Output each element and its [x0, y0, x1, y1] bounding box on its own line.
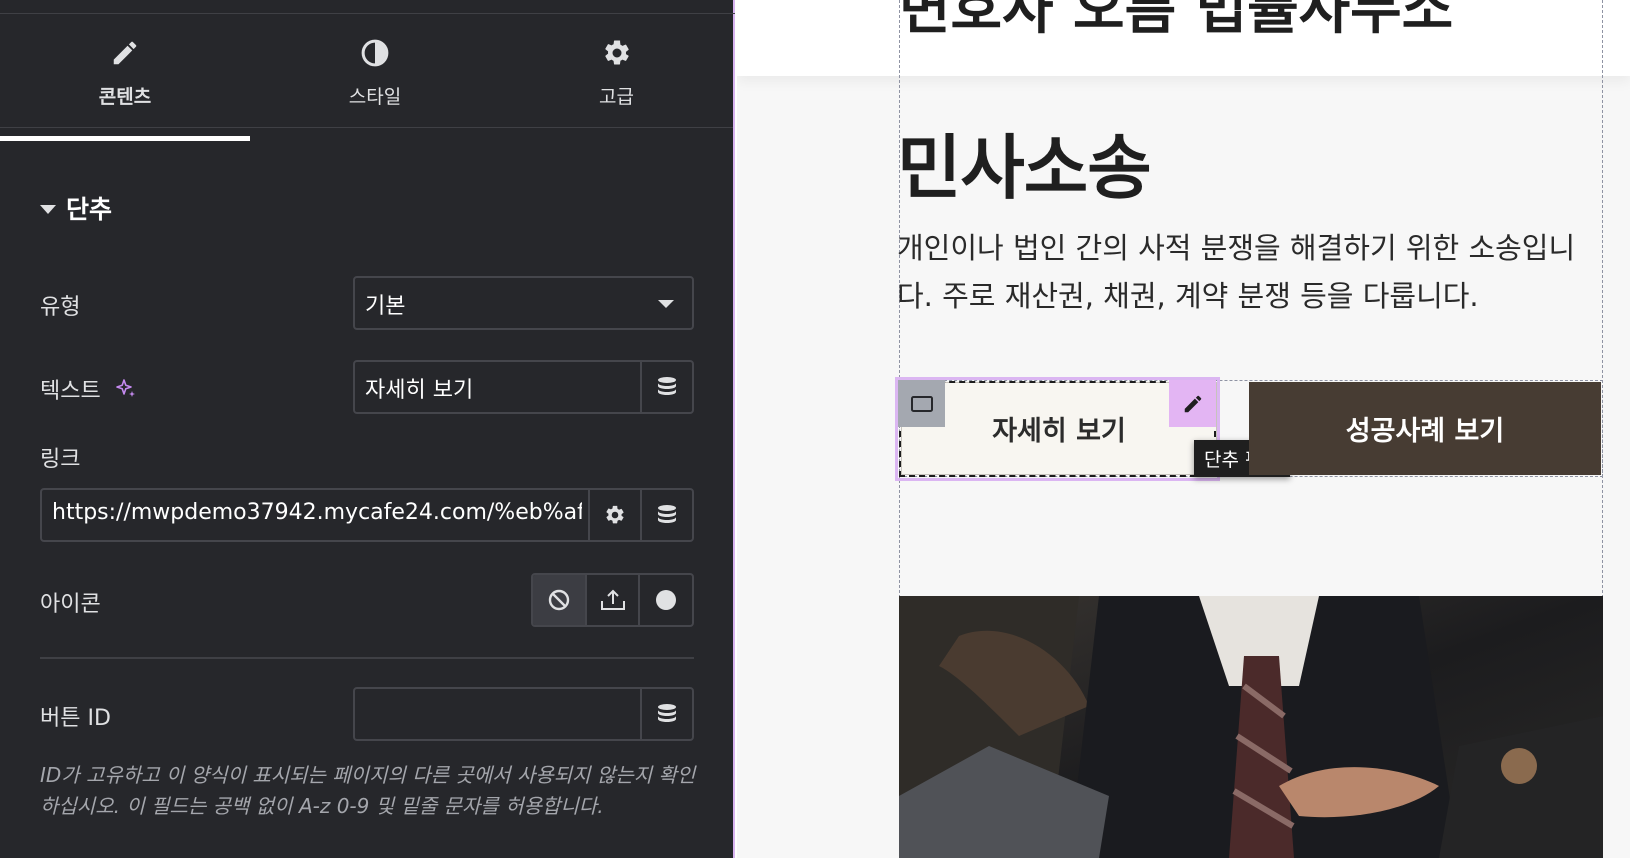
section-divider [40, 657, 694, 659]
link-label: 링크 [40, 447, 81, 472]
caret-down-icon [40, 204, 56, 214]
success-cases-button[interactable]: 성공사례 보기 [1249, 382, 1601, 475]
none-icon [548, 589, 570, 611]
type-select[interactable]: 기본 [353, 276, 694, 330]
tab-style-label: 스타일 [348, 86, 402, 108]
upload-icon [600, 589, 625, 610]
tab-advanced-label: 고급 [599, 86, 634, 108]
gear-icon [606, 505, 624, 524]
type-select-value: 기본 [365, 294, 406, 319]
page-description: 개인이나 법인 간의 사적 분쟁을 해결하기 위한 소송입니다. 주로 재산권,… [897, 231, 1576, 313]
icon-option-library[interactable] [638, 575, 692, 625]
tab-style[interactable]: 스타일 [250, 14, 500, 128]
tab-content-label: 콘텐츠 [98, 86, 152, 108]
text-label: 텍스트 [40, 379, 101, 404]
icon-label: 아이콘 [40, 592, 101, 617]
tab-advanced[interactable]: 고급 [500, 14, 733, 128]
editor-panel: 콘텐츠 스타일 고급 단추 유형 기본 텍스트 자세히 보기 링크 https:… [0, 0, 735, 858]
panel-tabs: 콘텐츠 스타일 고급 [0, 14, 733, 141]
ai-sparkle-icon[interactable] [114, 377, 138, 407]
lawyer-photo [899, 596, 1603, 858]
database-icon [658, 377, 676, 395]
page-title: 민사소송 [897, 127, 1152, 209]
icon-option-none[interactable] [533, 575, 585, 625]
edit-button-handle[interactable] [1169, 380, 1216, 427]
dynamic-tags-button[interactable] [640, 490, 692, 540]
section-toggle-button[interactable]: 단추 [40, 190, 112, 226]
database-icon [658, 505, 676, 523]
link-options-button[interactable] [588, 490, 640, 540]
active-tab-indicator [0, 136, 250, 141]
button-id-field[interactable] [353, 687, 694, 741]
icon-choice-group [531, 573, 694, 627]
dynamic-tags-button[interactable] [640, 689, 692, 739]
pencil-icon [110, 38, 140, 72]
widget-icon [910, 395, 933, 412]
tab-content[interactable]: 콘텐츠 [0, 14, 250, 128]
text-field-value: 자세히 보기 [365, 378, 474, 403]
icon-option-upload[interactable] [584, 575, 639, 625]
text-label-wrap: 텍스트 [40, 373, 138, 407]
page-preview: 변호사 오름 법률사무소 민사소송 개인이나 법인 간의 사적 분쟁을 해결하기… [737, 0, 1630, 858]
chevron-down-icon [658, 300, 674, 308]
text-field[interactable]: 자세히 보기 [353, 360, 694, 414]
contrast-icon [360, 38, 390, 72]
database-icon [658, 704, 676, 722]
button-id-help-text: ID가 고유하고 이 양식이 표시되는 페이지의 다른 곳에서 사용되지 않는지… [40, 763, 696, 818]
circle-icon [656, 590, 677, 610]
gear-icon [602, 38, 632, 72]
link-field-value: https://mwpdemo37942.mycafe24.com/%eb%af… [52, 500, 582, 525]
button-id-label: 버튼 ID [40, 706, 111, 731]
dynamic-tags-button[interactable] [640, 362, 692, 412]
panel-top-bar [0, 0, 735, 14]
link-field[interactable]: https://mwpdemo37942.mycafe24.com/%eb%af… [40, 488, 694, 542]
element-drag-handle[interactable] [898, 380, 945, 427]
type-label: 유형 [40, 295, 81, 320]
pencil-icon [1184, 395, 1201, 412]
section-title: 단추 [66, 195, 113, 224]
